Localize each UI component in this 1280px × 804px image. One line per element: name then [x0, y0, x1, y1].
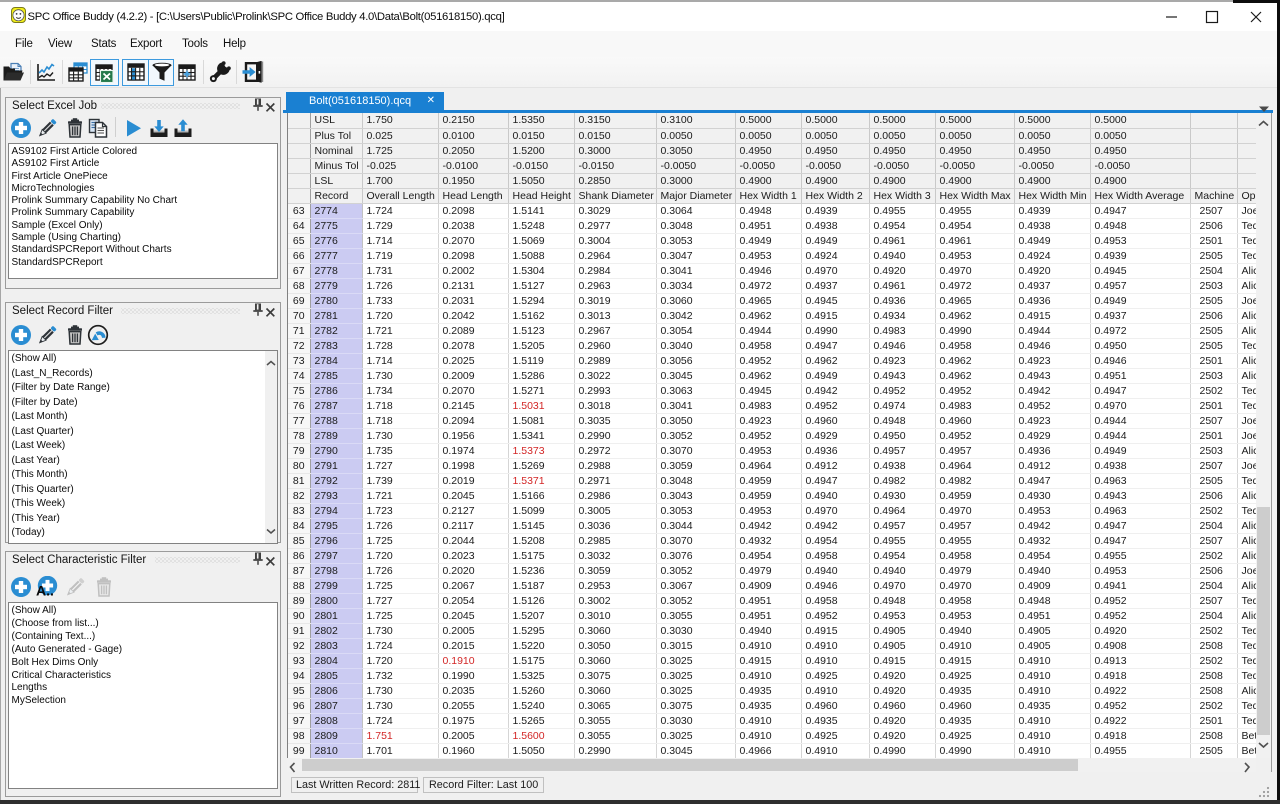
svg-text:A..: A..	[36, 583, 54, 599]
